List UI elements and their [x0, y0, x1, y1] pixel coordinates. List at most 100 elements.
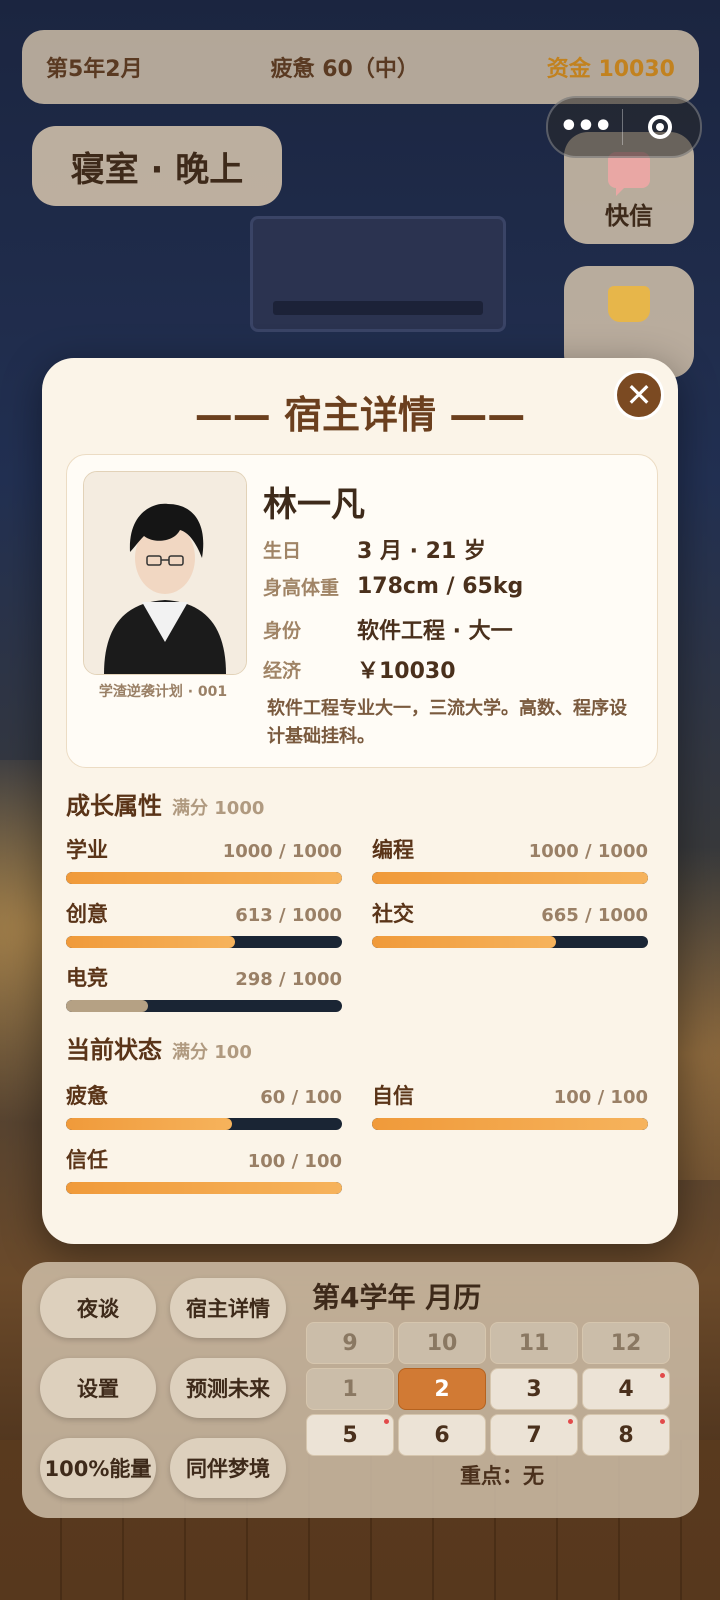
air-conditioner	[250, 216, 506, 332]
calendar-month-1[interactable]: 1	[306, 1368, 394, 1410]
stat-name: 电竞	[66, 966, 108, 990]
fatigue-status: 疲惫 60（中）	[270, 57, 419, 82]
section-max: 满分 1000	[172, 798, 265, 819]
stat-academics: 学业 1000 / 1000	[66, 834, 342, 884]
stat-bar-fill	[372, 1118, 648, 1130]
stat-social: 社交 665 / 1000	[372, 898, 648, 948]
funds-display: 资金 10030	[546, 57, 675, 82]
field-label: 身高体重	[263, 577, 340, 599]
stat-bar-fill	[66, 1182, 342, 1194]
stat-bar	[372, 936, 648, 948]
stat-bar	[372, 1118, 648, 1130]
field-economy: 经济 ￥10030	[263, 653, 456, 685]
full-energy-button[interactable]: 100%能量	[40, 1438, 156, 1498]
stat-name: 疲惫	[66, 1084, 108, 1108]
stat-trust: 信任 100 / 100	[66, 1144, 342, 1194]
stat-bar	[66, 1000, 342, 1012]
stat-bar-fill	[372, 872, 648, 884]
field-label: 身份	[263, 619, 302, 642]
stat-value: 613 / 1000	[235, 905, 342, 926]
field-identity: 身份 软件工程 · 大一	[263, 613, 513, 645]
host-description: 软件工程专业大一，三流大学。高数、程序设计基础挂科。	[267, 698, 627, 747]
calendar-month-3[interactable]: 3	[490, 1368, 578, 1410]
calendar-month-9[interactable]: 9	[306, 1322, 394, 1364]
field-value: 178cm / 65kg	[357, 574, 524, 599]
stat-bar	[66, 936, 342, 948]
settings-button[interactable]: 设置	[40, 1358, 156, 1418]
more-menu-icon[interactable]: •••	[548, 98, 622, 156]
stat-value: 298 / 1000	[235, 969, 342, 990]
calendar-title: 第4学年 月历	[312, 1281, 482, 1314]
calendar-month-10[interactable]: 10	[398, 1322, 486, 1364]
stat-name: 创意	[66, 902, 108, 926]
close-program-button[interactable]	[623, 115, 697, 139]
calendar-month-5[interactable]: 5	[306, 1414, 394, 1456]
modal-title: —— 宿主详情 ——	[194, 393, 526, 437]
close-modal-button[interactable]: ✕	[614, 370, 664, 420]
field-value: 3 月 · 21 岁	[357, 539, 486, 564]
section-label: 成长属性	[66, 792, 162, 820]
calendar-month-6[interactable]: 6	[398, 1414, 486, 1456]
host-detail-button[interactable]: 宿主详情	[170, 1278, 286, 1338]
calendar-focus: 重点：无	[460, 1464, 544, 1488]
calendar-month-4[interactable]: 4	[582, 1368, 670, 1410]
close-icon: ✕	[625, 376, 653, 414]
stat-name: 学业	[66, 838, 108, 862]
stat-name: 信任	[66, 1148, 108, 1172]
message-label: 快信	[605, 202, 653, 230]
stat-creativity: 创意 613 / 1000	[66, 898, 342, 948]
stat-bar-fill	[66, 1118, 232, 1130]
stat-fatigue: 疲惫 60 / 100	[66, 1080, 342, 1130]
bag-icon	[608, 286, 650, 322]
field-birthday: 生日 3 月 · 21 岁	[263, 533, 486, 565]
stat-value: 1000 / 1000	[528, 841, 648, 862]
calendar-month-8[interactable]: 8	[582, 1414, 670, 1456]
companion-dream-button[interactable]: 同伴梦境	[170, 1438, 286, 1498]
section-max: 满分 100	[172, 1042, 252, 1063]
profile-card: 学渣逆袭计划 · 001 林一凡 生日 3 月 · 21 岁 身高体重 178c…	[66, 454, 658, 768]
field-value: ￥10030	[357, 659, 456, 684]
record-icon	[648, 115, 672, 139]
stat-value: 100 / 100	[553, 1087, 648, 1108]
avatar-tag: 学渣逆袭计划 · 001	[98, 684, 228, 700]
stat-bar	[66, 1118, 342, 1130]
stat-bar	[66, 1182, 342, 1194]
field-height-weight: 身高体重 178cm / 65kg	[263, 573, 523, 600]
growth-section-title: 成长属性 满分 1000	[66, 786, 264, 821]
stat-bar	[372, 872, 648, 884]
stat-bar	[66, 872, 342, 884]
calendar-month-2[interactable]: 2	[398, 1368, 486, 1410]
predict-future-button[interactable]: 预测未来	[170, 1358, 286, 1418]
stat-bar-fill	[66, 936, 236, 948]
stat-value: 1000 / 1000	[222, 841, 342, 862]
host-name: 林一凡	[263, 485, 365, 525]
stat-value: 665 / 1000	[541, 905, 648, 926]
stat-name: 自信	[372, 1084, 414, 1108]
field-label: 经济	[263, 659, 302, 682]
location-badge: 寝室 · 晚上	[32, 126, 282, 206]
stat-bar-fill	[66, 1000, 149, 1012]
avatar	[83, 471, 247, 675]
stat-programming: 编程 1000 / 1000	[372, 834, 648, 884]
status-bar: 第5年2月 疲惫 60（中） 资金 10030	[22, 30, 699, 104]
mini-program-capsule: •••	[546, 96, 702, 158]
stat-name: 社交	[372, 902, 414, 926]
stat-name: 编程	[372, 838, 414, 862]
bottom-panel: 夜谈 宿主详情 设置 预测未来 100%能量 同伴梦境 第4学年 月历 9 10 1…	[22, 1262, 699, 1518]
stat-value: 100 / 100	[247, 1151, 342, 1172]
stat-value: 60 / 100	[260, 1087, 342, 1108]
stat-confidence: 自信 100 / 100	[372, 1080, 648, 1130]
stat-esports: 电竞 298 / 1000	[66, 962, 342, 1012]
game-date: 第5年2月	[46, 57, 143, 82]
stat-bar-fill	[372, 936, 556, 948]
calendar-month-11[interactable]: 11	[490, 1322, 578, 1364]
stat-bar-fill	[66, 872, 342, 884]
section-label: 当前状态	[66, 1036, 162, 1064]
field-label: 生日	[263, 539, 302, 562]
field-value: 软件工程 · 大一	[357, 619, 513, 644]
host-detail-modal: —— 宿主详情 —— 学渣逆袭计划 · 001 林一凡 生日 3 月 · 21 …	[42, 358, 678, 1244]
night-talk-button[interactable]: 夜谈	[40, 1278, 156, 1338]
status-section-title: 当前状态 满分 100	[66, 1030, 252, 1065]
calendar-month-7[interactable]: 7	[490, 1414, 578, 1456]
calendar-month-12[interactable]: 12	[582, 1322, 670, 1364]
